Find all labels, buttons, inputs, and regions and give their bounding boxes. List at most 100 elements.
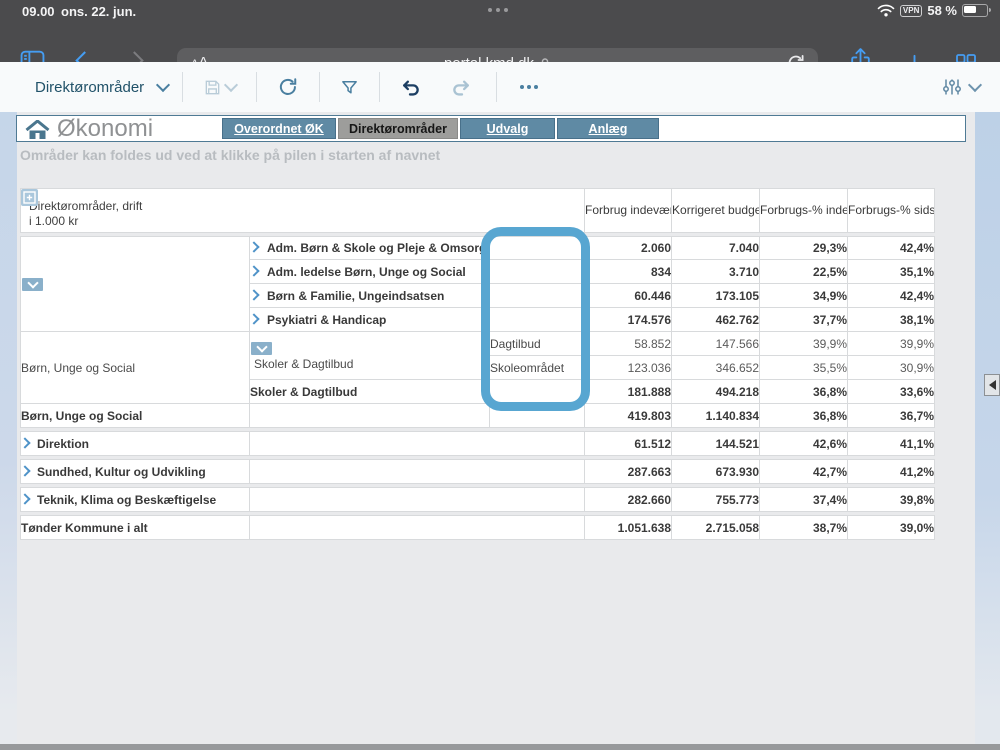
budget-table: Direktørområder, drift i 1.000 kr Forbru…: [20, 188, 935, 540]
filter-button[interactable]: [334, 78, 365, 97]
screen: { "status_bar": { "time": "09.00", "date…: [0, 0, 1000, 750]
row-label-cell: [250, 404, 490, 428]
row-label-cell: [250, 459, 585, 484]
refresh-button[interactable]: [271, 76, 305, 98]
value-cell: 755.773: [672, 487, 760, 512]
value-cell: 3.710: [672, 260, 760, 284]
table-row: Direktion 61.512 144.521 42,6% 41,1%: [20, 431, 935, 456]
right-panel-strip: [975, 112, 1000, 744]
column-header: Forbrug indeværende år: [585, 188, 672, 233]
total-label-cell: Tønder Kommune i alt: [20, 515, 250, 540]
value-cell: 36,8%: [760, 380, 848, 404]
tab-udvalg[interactable]: Udvalg: [460, 118, 555, 139]
value-cell: 181.888: [585, 380, 672, 404]
chevron-down-icon: [224, 78, 238, 92]
value-cell: 494.218: [672, 380, 760, 404]
row-label-cell: Skoler & Dagtilbud: [250, 380, 490, 404]
table-row: Teknik, Klima og Beskæftigelse 282.660 7…: [20, 487, 935, 512]
value-cell: 42,7%: [760, 459, 848, 484]
browser-nav-row: AA portal.kmd.dk: [0, 22, 1000, 62]
home-icon[interactable]: [25, 120, 50, 140]
value-cell: 834: [585, 260, 672, 284]
divider: [379, 72, 380, 102]
page-title: Økonomi: [57, 116, 153, 142]
value-cell: 22,5%: [760, 260, 848, 284]
collapse-group-button[interactable]: [22, 278, 43, 291]
tab-bar: Overordnet ØK Direktørområder Udvalg Anl…: [222, 118, 659, 139]
table-title: Direktørområder, drift i 1.000 kr: [29, 199, 584, 229]
undo-icon: [400, 77, 421, 98]
triangle-left-icon: [989, 380, 996, 390]
battery-icon: [962, 4, 988, 17]
expand-all-icon[interactable]: [21, 189, 38, 206]
status-bar: 09.00 ons. 22. jun. VPN 58 %: [0, 0, 1000, 22]
chevron-right-icon[interactable]: [250, 289, 260, 300]
row-label-cell: Adm. ledelse Børn, Unge og Social: [250, 260, 490, 284]
value-cell: 38,1%: [848, 308, 935, 332]
value-cell: 60.446: [585, 284, 672, 308]
filter-icon: [340, 78, 359, 97]
sliders-icon: [942, 77, 962, 97]
chevron-right-icon[interactable]: [20, 437, 31, 448]
chevron-down-icon: [156, 78, 170, 92]
divider: [182, 72, 183, 102]
value-cell: 39,9%: [760, 332, 848, 356]
refresh-icon: [277, 76, 299, 98]
chevron-right-icon[interactable]: [250, 241, 260, 252]
collapse-panel-button[interactable]: [984, 374, 1000, 396]
vpn-badge: VPN: [900, 5, 922, 17]
display-settings-button[interactable]: [942, 77, 962, 97]
multitasking-dots-icon: [488, 8, 508, 12]
tab-overordnet-ok[interactable]: Overordnet ØK: [222, 118, 336, 139]
row-label-cell: Skoler & Dagtilbud: [250, 332, 490, 380]
chevron-down-icon: [968, 78, 982, 92]
value-cell: 147.566: [672, 332, 760, 356]
value-cell: 287.663: [585, 459, 672, 484]
value-cell: 173.105: [672, 284, 760, 308]
chevron-right-icon[interactable]: [250, 313, 260, 324]
value-cell: 36,8%: [760, 404, 848, 428]
value-cell: 61.512: [585, 431, 672, 456]
value-cell: 419.803: [585, 404, 672, 428]
table-row: Sundhed, Kultur og Udvikling 287.663 673…: [20, 459, 935, 484]
hint-text: Områder kan foldes ud ved at klikke på p…: [20, 147, 440, 163]
value-cell: 37,7%: [760, 308, 848, 332]
value-cell: 58.852: [585, 332, 672, 356]
page-header-bar: Økonomi Overordnet ØK Direktørområder Ud…: [16, 115, 966, 142]
sub-cell: Dagtilbud: [490, 332, 585, 356]
value-cell: 174.576: [585, 308, 672, 332]
column-header: Forbrugs-% sidste år: [848, 188, 935, 233]
value-cell: 38,7%: [760, 515, 848, 540]
value-cell: 1.051.638: [585, 515, 672, 540]
status-date: ons. 22. jun.: [61, 4, 136, 19]
view-selector-dropdown[interactable]: Direktørområder: [35, 79, 168, 96]
value-cell: 462.762: [672, 308, 760, 332]
table-row: Adm. Børn & Skole og Pleje & Omsorg 2.06…: [20, 236, 935, 260]
tab-anlaeg[interactable]: Anlæg: [557, 118, 659, 139]
row-label-cell: Adm. Børn & Skole og Pleje & Omsorg: [250, 236, 490, 260]
redo-button[interactable]: [445, 77, 478, 98]
group-cell: Direktion: [20, 431, 250, 456]
value-cell: 37,4%: [760, 487, 848, 512]
chevron-right-icon[interactable]: [20, 493, 31, 504]
value-cell: 346.652: [672, 356, 760, 380]
chevron-right-icon[interactable]: [20, 465, 31, 476]
more-button[interactable]: [511, 77, 547, 97]
value-cell: 34,9%: [760, 284, 848, 308]
sub-cell: [490, 260, 585, 284]
save-button[interactable]: [197, 78, 242, 97]
table-row: Børn, Unge og Social 419.803 1.140.834 3…: [20, 404, 935, 428]
sub-cell: [490, 308, 585, 332]
value-cell: 673.930: [672, 459, 760, 484]
tab-direktoromrader[interactable]: Direktørområder: [338, 118, 458, 139]
collapse-group-button[interactable]: [251, 342, 272, 355]
chevron-right-icon[interactable]: [250, 265, 260, 276]
left-panel-strip: [0, 112, 17, 744]
value-cell: 282.660: [585, 487, 672, 512]
value-cell: 2.715.058: [672, 515, 760, 540]
value-cell: 1.140.834: [672, 404, 760, 428]
value-cell: 39,0%: [848, 515, 935, 540]
sub-cell: [490, 284, 585, 308]
undo-button[interactable]: [394, 77, 427, 98]
redo-icon: [451, 77, 472, 98]
